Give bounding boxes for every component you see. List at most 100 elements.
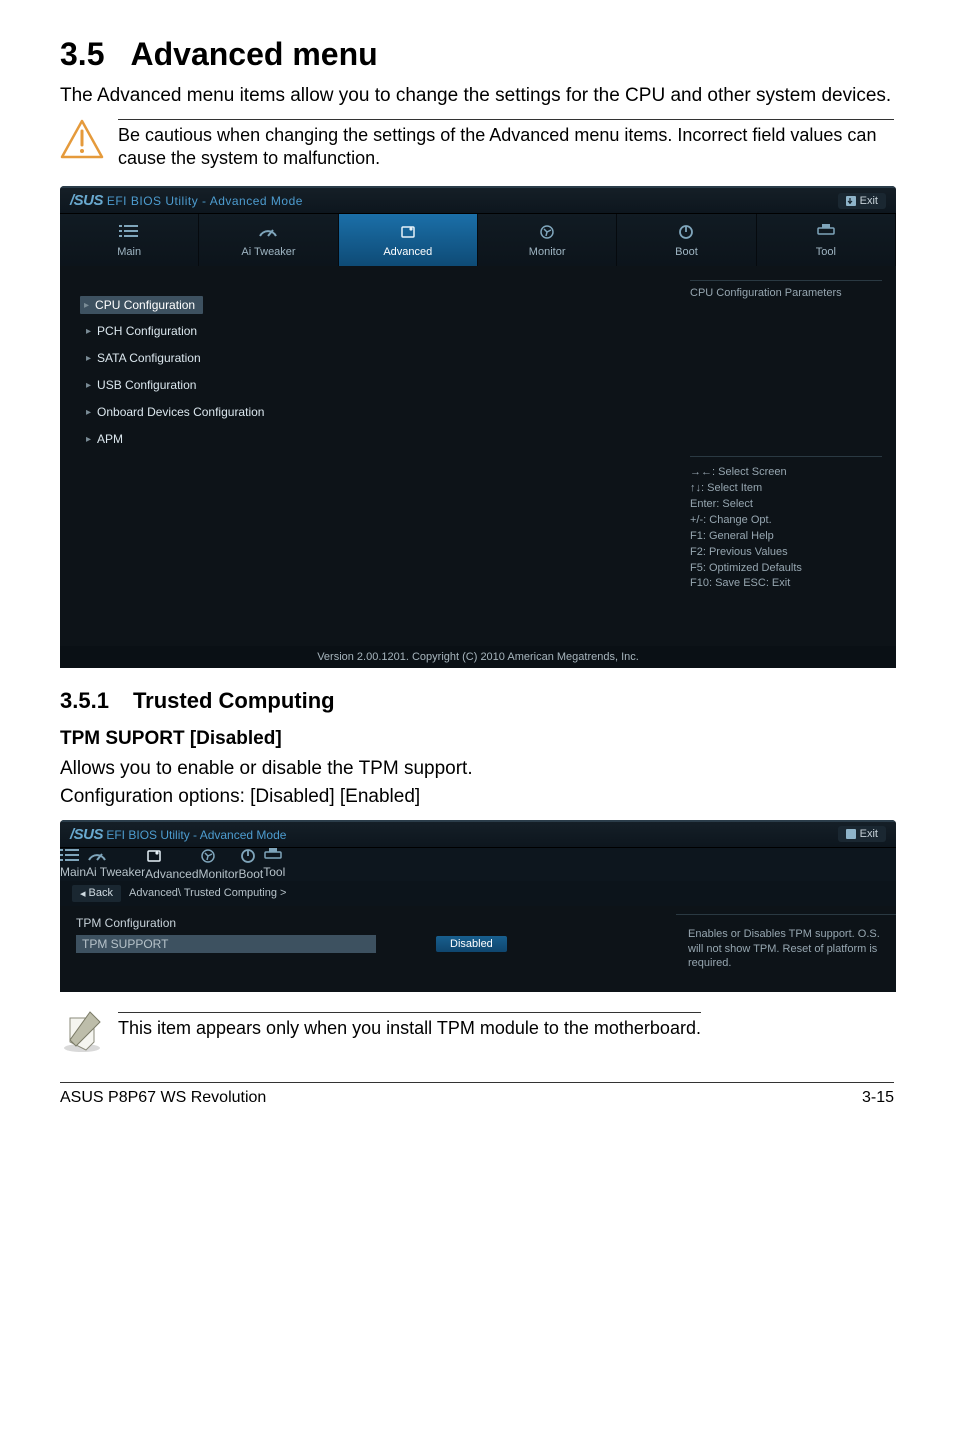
exit-label: Exit — [860, 195, 878, 207]
exit-icon — [846, 196, 856, 206]
warning-callout: Be cautious when changing the settings o… — [60, 119, 894, 171]
setting-row: TPM SUPPORT Disabled — [76, 935, 660, 953]
menu-item-cpu-configuration[interactable]: ▸ CPU Configuration — [80, 296, 203, 314]
note-icon — [60, 1012, 104, 1052]
tab-label: Advanced — [145, 867, 198, 881]
bios-title-text: EFI BIOS Utility - Advanced Mode — [103, 194, 303, 208]
section-number: 3.5 — [60, 36, 104, 72]
chip-icon — [339, 224, 477, 242]
exit-icon — [846, 829, 856, 839]
key-hint: Enter: Select — [690, 497, 882, 513]
setting-description: Allows you to enable or disable the TPM … — [60, 756, 894, 782]
bios-tabs: Main Ai Tweaker Advanced Monitor Boot To… — [60, 848, 896, 881]
tab-label: Ai Tweaker — [86, 865, 145, 879]
setting-value-dropdown[interactable]: Disabled — [436, 936, 507, 952]
tab-label: Monitor — [199, 867, 239, 881]
list-icon — [60, 224, 198, 242]
tab-label: Ai Tweaker — [241, 246, 295, 258]
note-callout: This item appears only when you install … — [60, 1012, 894, 1052]
menu-item-label: CPU Configuration — [95, 298, 195, 312]
key-legend: →←: Select Screen ↑↓: Select Item Enter:… — [690, 456, 882, 593]
menu-item-sata-configuration[interactable]: ▸ SATA Configuration — [80, 348, 656, 368]
help-description: CPU Configuration Parameters — [690, 280, 882, 299]
tab-monitor[interactable]: Monitor — [199, 848, 239, 881]
subsection-title: Trusted Computing — [133, 688, 335, 713]
menu-item-label: Onboard Devices Configuration — [97, 405, 264, 419]
help-description: Enables or Disables TPM support. O.S. wi… — [676, 914, 896, 992]
chevron-right-icon: ▸ — [86, 380, 91, 391]
chevron-right-icon: ▸ — [86, 353, 91, 364]
chevron-right-icon: ▸ — [84, 300, 89, 311]
bios-screenshot-tpm: /SUS EFI BIOS Utility - Advanced Mode Ex… — [60, 820, 896, 992]
setting-options: Configuration options: [Disabled] [Enabl… — [60, 784, 894, 810]
tab-tool[interactable]: Tool — [263, 848, 285, 881]
tab-boot[interactable]: Boot — [617, 214, 756, 266]
tab-label: Boot — [239, 867, 264, 881]
bios-title: /SUS EFI BIOS Utility - Advanced Mode — [70, 826, 286, 843]
bios-help-pane: CPU Configuration Parameters →←: Select … — [676, 266, 896, 646]
section-heading: 3.5 Advanced menu — [60, 36, 894, 73]
footer-page-number: 3-15 — [862, 1089, 894, 1107]
menu-item-onboard-devices[interactable]: ▸ Onboard Devices Configuration — [80, 402, 656, 422]
chevron-right-icon: ▸ — [86, 326, 91, 337]
tab-advanced[interactable]: Advanced — [339, 214, 478, 266]
key-hint: F1: General Help — [690, 529, 882, 545]
asus-logo-text: /SUS — [70, 192, 103, 209]
asus-logo-text: /SUS — [70, 826, 103, 843]
tool-icon — [263, 848, 285, 865]
bios-title-text: EFI BIOS Utility - Advanced Mode — [103, 828, 286, 842]
tab-main[interactable]: Main — [60, 214, 199, 266]
subsection-number: 3.5.1 — [60, 688, 109, 713]
menu-item-pch-configuration[interactable]: ▸ PCH Configuration — [80, 321, 656, 341]
key-hint: ↑↓: Select Item — [690, 481, 882, 497]
tab-monitor[interactable]: Monitor — [478, 214, 617, 266]
bios-tabs: Main Ai Tweaker Advanced Monitor Boot To… — [60, 214, 896, 266]
menu-item-apm[interactable]: ▸ APM — [80, 429, 656, 449]
tab-label: Boot — [675, 246, 698, 258]
list-icon — [60, 848, 86, 865]
gauge-icon — [199, 224, 337, 242]
tab-label: Advanced — [383, 246, 432, 258]
tab-main[interactable]: Main — [60, 848, 86, 881]
bios-setting-area: TPM Configuration TPM SUPPORT Disabled — [60, 906, 676, 992]
gauge-icon — [86, 848, 145, 865]
key-hint: +/-: Change Opt. — [690, 513, 882, 529]
tab-boot[interactable]: Boot — [239, 848, 264, 881]
tab-label: Tool — [816, 246, 836, 258]
menu-item-label: PCH Configuration — [97, 324, 197, 338]
power-icon — [617, 224, 755, 242]
setting-name[interactable]: TPM SUPPORT — [76, 935, 376, 953]
menu-item-usb-configuration[interactable]: ▸ USB Configuration — [80, 375, 656, 395]
tab-ai-tweaker[interactable]: Ai Tweaker — [86, 848, 145, 881]
note-text: This item appears only when you install … — [118, 1012, 701, 1040]
tab-label: Monitor — [529, 246, 566, 258]
bios-body: ▸ CPU Configuration ▸ PCH Configuration ▸ S… — [60, 266, 896, 646]
warning-icon — [60, 119, 104, 159]
breadcrumb-path: Advanced\ Trusted Computing > — [129, 887, 286, 899]
exit-button[interactable]: Exit — [838, 826, 886, 842]
bios-footer: Version 2.00.1201. Copyright (C) 2010 Am… — [60, 646, 896, 668]
group-label: TPM Configuration — [76, 916, 660, 930]
subsection-heading: 3.5.1 Trusted Computing — [60, 688, 894, 714]
tab-label: Main — [60, 865, 86, 879]
menu-item-label: USB Configuration — [97, 378, 196, 392]
tab-ai-tweaker[interactable]: Ai Tweaker — [199, 214, 338, 266]
back-button[interactable]: ◂Back — [72, 885, 121, 902]
menu-item-label: SATA Configuration — [97, 351, 201, 365]
menu-item-label: APM — [97, 432, 123, 446]
footer-product: ASUS P8P67 WS Revolution — [60, 1089, 266, 1107]
bios-body: TPM Configuration TPM SUPPORT Disabled E… — [60, 906, 896, 992]
chevron-right-icon: ▸ — [86, 434, 91, 445]
tab-advanced[interactable]: Advanced — [145, 848, 198, 881]
warning-text: Be cautious when changing the settings o… — [118, 119, 894, 171]
chevron-right-icon: ▸ — [86, 407, 91, 418]
tab-tool[interactable]: Tool — [757, 214, 896, 266]
key-hint: F5: Optimized Defaults — [690, 561, 882, 577]
exit-label: Exit — [860, 828, 878, 840]
tab-label: Main — [117, 246, 141, 258]
exit-button[interactable]: Exit — [838, 193, 886, 209]
section-title: Advanced menu — [130, 36, 377, 72]
page-footer: ASUS P8P67 WS Revolution 3-15 — [60, 1082, 894, 1107]
key-hint: F10: Save ESC: Exit — [690, 576, 882, 592]
arrow-left-icon: ◂ — [80, 887, 86, 900]
